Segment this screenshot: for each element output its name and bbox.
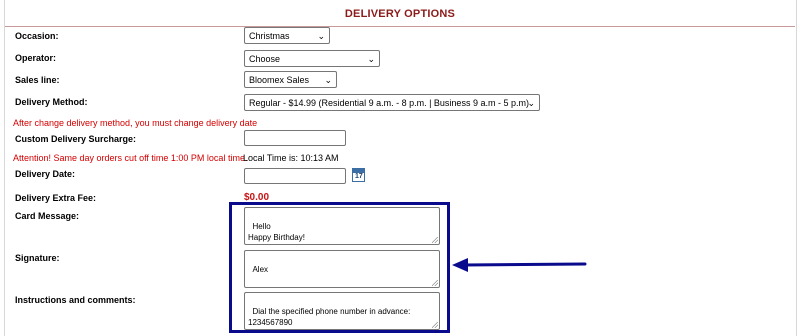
highlight-box: [229, 202, 450, 333]
delivery-date-label: Delivery Date:: [15, 169, 76, 179]
left-arrow-icon: [452, 258, 587, 272]
chevron-down-icon: ⌄: [317, 31, 325, 41]
operator-select[interactable]: Choose ⌄: [244, 50, 380, 67]
calendar-day: 17: [355, 173, 363, 180]
occasion-label: Occasion:: [15, 31, 59, 41]
delivery-date-input[interactable]: [244, 168, 346, 184]
delivery-method-label: Delivery Method:: [15, 97, 88, 107]
chevron-down-icon: ⌄: [527, 98, 535, 108]
extra-fee-label: Delivery Extra Fee:: [15, 193, 97, 203]
instructions-label: Instructions and comments:: [15, 295, 136, 305]
same-day-warning: Attention! Same day orders cut off time …: [13, 153, 248, 163]
occasion-value: Christmas: [249, 31, 290, 41]
chevron-down-icon: ⌄: [324, 75, 332, 85]
sales-line-value: Bloomex Sales: [249, 75, 310, 85]
operator-value: Choose: [249, 54, 281, 64]
section-title: DELIVERY OPTIONS: [344, 8, 456, 20]
chevron-down-icon: ⌄: [367, 54, 375, 64]
delivery-method-select[interactable]: Regular - $14.99 (Residential 9 a.m. - 8…: [244, 94, 540, 111]
local-time: Local Time is: 10:13 AM: [243, 153, 339, 163]
custom-surcharge-label: Custom Delivery Surcharge:: [15, 134, 137, 144]
delivery-method-warning: After change delivery method, you must c…: [13, 118, 258, 128]
card-message-label: Card Message:: [15, 211, 80, 221]
operator-label: Operator:: [15, 53, 57, 63]
occasion-select[interactable]: Christmas ⌄: [244, 27, 330, 44]
section-header: DELIVERY OPTIONS: [5, 0, 795, 27]
custom-surcharge-input[interactable]: [244, 130, 346, 146]
sales-line-select[interactable]: Bloomex Sales ⌄: [244, 71, 337, 88]
delivery-method-value: Regular - $14.99 (Residential 9 a.m. - 8…: [249, 98, 529, 108]
calendar-icon[interactable]: 17: [352, 168, 365, 182]
signature-label: Signature:: [15, 253, 60, 263]
sales-line-label: Sales line:: [15, 75, 60, 85]
